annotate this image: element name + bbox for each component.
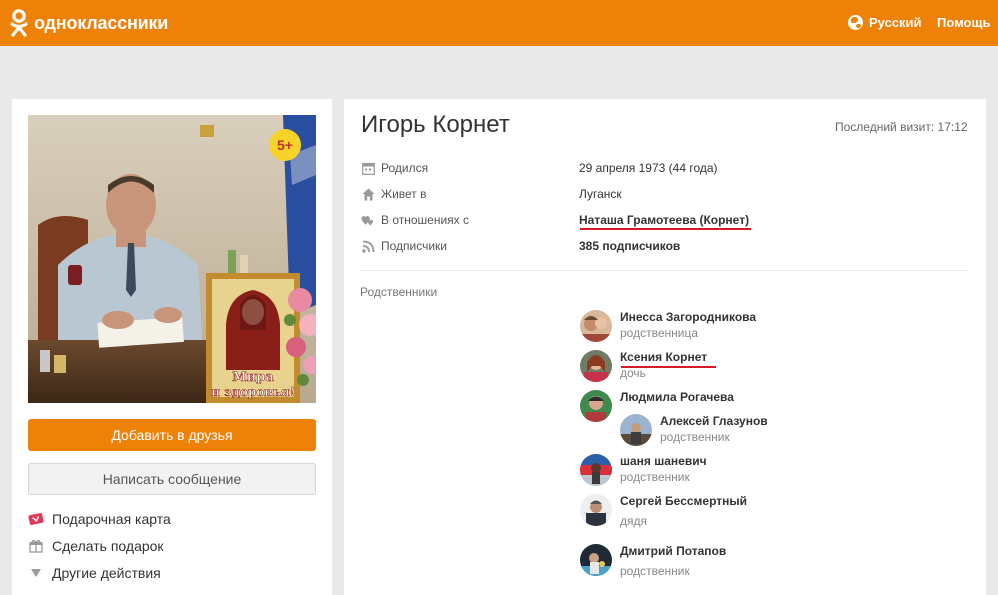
profile-photo[interactable]: Мира и здоровья! — [28, 115, 316, 403]
photo-caption-line2: и здоровья! — [211, 385, 295, 399]
relative-role: дядя — [620, 514, 647, 528]
relative-item[interactable]: Сергей Бессмертный дядя — [580, 494, 747, 528]
relative-item[interactable]: Алексей Глазунов родственник — [620, 414, 768, 446]
write-message-button[interactable]: Написать сообщение — [28, 463, 316, 495]
info-relationship-label: В отношениях с — [361, 211, 469, 229]
relative-role: родственник — [660, 430, 730, 444]
triangle-down-icon — [28, 565, 44, 581]
relative-role: родственник — [620, 470, 690, 484]
globe-icon — [848, 15, 863, 30]
relative-name[interactable]: шаня шаневич — [620, 454, 707, 468]
relative-name[interactable]: Инесса Загородникова — [620, 310, 756, 324]
gift-icon — [28, 538, 44, 554]
help-link[interactable]: Помощь — [937, 15, 990, 30]
relative-name[interactable]: Ксения Корнет — [620, 350, 707, 364]
other-actions-link[interactable]: Другие действия — [28, 565, 161, 581]
relative-name[interactable]: Сергей Бессмертный — [620, 494, 747, 508]
other-actions-label: Другие действия — [52, 565, 161, 581]
age-rating-badge: 5+ — [269, 129, 301, 161]
relative-item[interactable]: Дмитрий Потапов родственник — [580, 544, 726, 578]
info-birthdate-label: Родился — [361, 159, 428, 177]
page-title: Игорь Корнет — [361, 111, 510, 138]
top-bar: одноклассники Русский Помощь — [0, 0, 998, 46]
birthdate-value: 29 апреля 1973 (44 года) — [579, 161, 718, 175]
avatar[interactable] — [580, 310, 612, 342]
home-icon — [361, 187, 375, 201]
relative-item[interactable]: Инесса Загородникова родственница — [580, 310, 756, 342]
info-followers-label: Подписчики — [361, 237, 447, 255]
language-label: Русский — [869, 15, 922, 30]
city-value[interactable]: Луганск — [579, 187, 622, 201]
make-gift-label: Сделать подарок — [52, 538, 164, 554]
relatives-section-title: Родственники — [360, 285, 438, 299]
calendar-icon — [361, 161, 375, 175]
avatar[interactable] — [580, 390, 612, 422]
relative-role: родственница — [620, 326, 698, 340]
section-divider — [360, 270, 968, 271]
add-friend-button[interactable]: Добавить в друзья — [28, 419, 316, 451]
last-visit: Последний визит: 17:12 — [835, 120, 968, 134]
relative-role: родственник — [620, 564, 690, 578]
annotation-underline-daughter — [621, 366, 716, 368]
relationship-partner-link[interactable]: Наташа Грамотеева (Корнет) — [579, 213, 749, 227]
photo-caption-line1: Мира — [232, 370, 274, 385]
avatar[interactable] — [620, 414, 652, 446]
avatar[interactable] — [580, 494, 612, 526]
ok-logo-icon — [10, 9, 28, 37]
logo-text: одноклассники — [34, 12, 169, 33]
gift-card-link[interactable]: Подарочная карта — [28, 511, 171, 527]
gift-card-label: Подарочная карта — [52, 511, 171, 527]
language-selector[interactable]: Русский — [848, 15, 922, 30]
relative-name[interactable]: Людмила Рогачева — [620, 390, 734, 404]
hearts-icon — [361, 213, 375, 227]
avatar[interactable] — [580, 544, 612, 576]
followers-count-link[interactable]: 385 подписчиков — [579, 239, 680, 253]
annotation-underline-partner — [580, 228, 751, 230]
logo[interactable]: одноклассники — [10, 9, 168, 37]
relative-item[interactable]: шаня шаневич родственник — [580, 454, 707, 486]
info-city-label: Живет в — [361, 185, 427, 203]
make-gift-link[interactable]: Сделать подарок — [28, 538, 164, 554]
avatar[interactable] — [580, 454, 612, 486]
relative-name[interactable]: Дмитрий Потапов — [620, 544, 726, 558]
relative-name[interactable]: Алексей Глазунов — [660, 414, 768, 428]
gift-card-icon — [28, 511, 44, 527]
rss-icon — [361, 239, 375, 253]
avatar[interactable] — [580, 350, 612, 382]
relative-role: дочь — [620, 366, 646, 380]
